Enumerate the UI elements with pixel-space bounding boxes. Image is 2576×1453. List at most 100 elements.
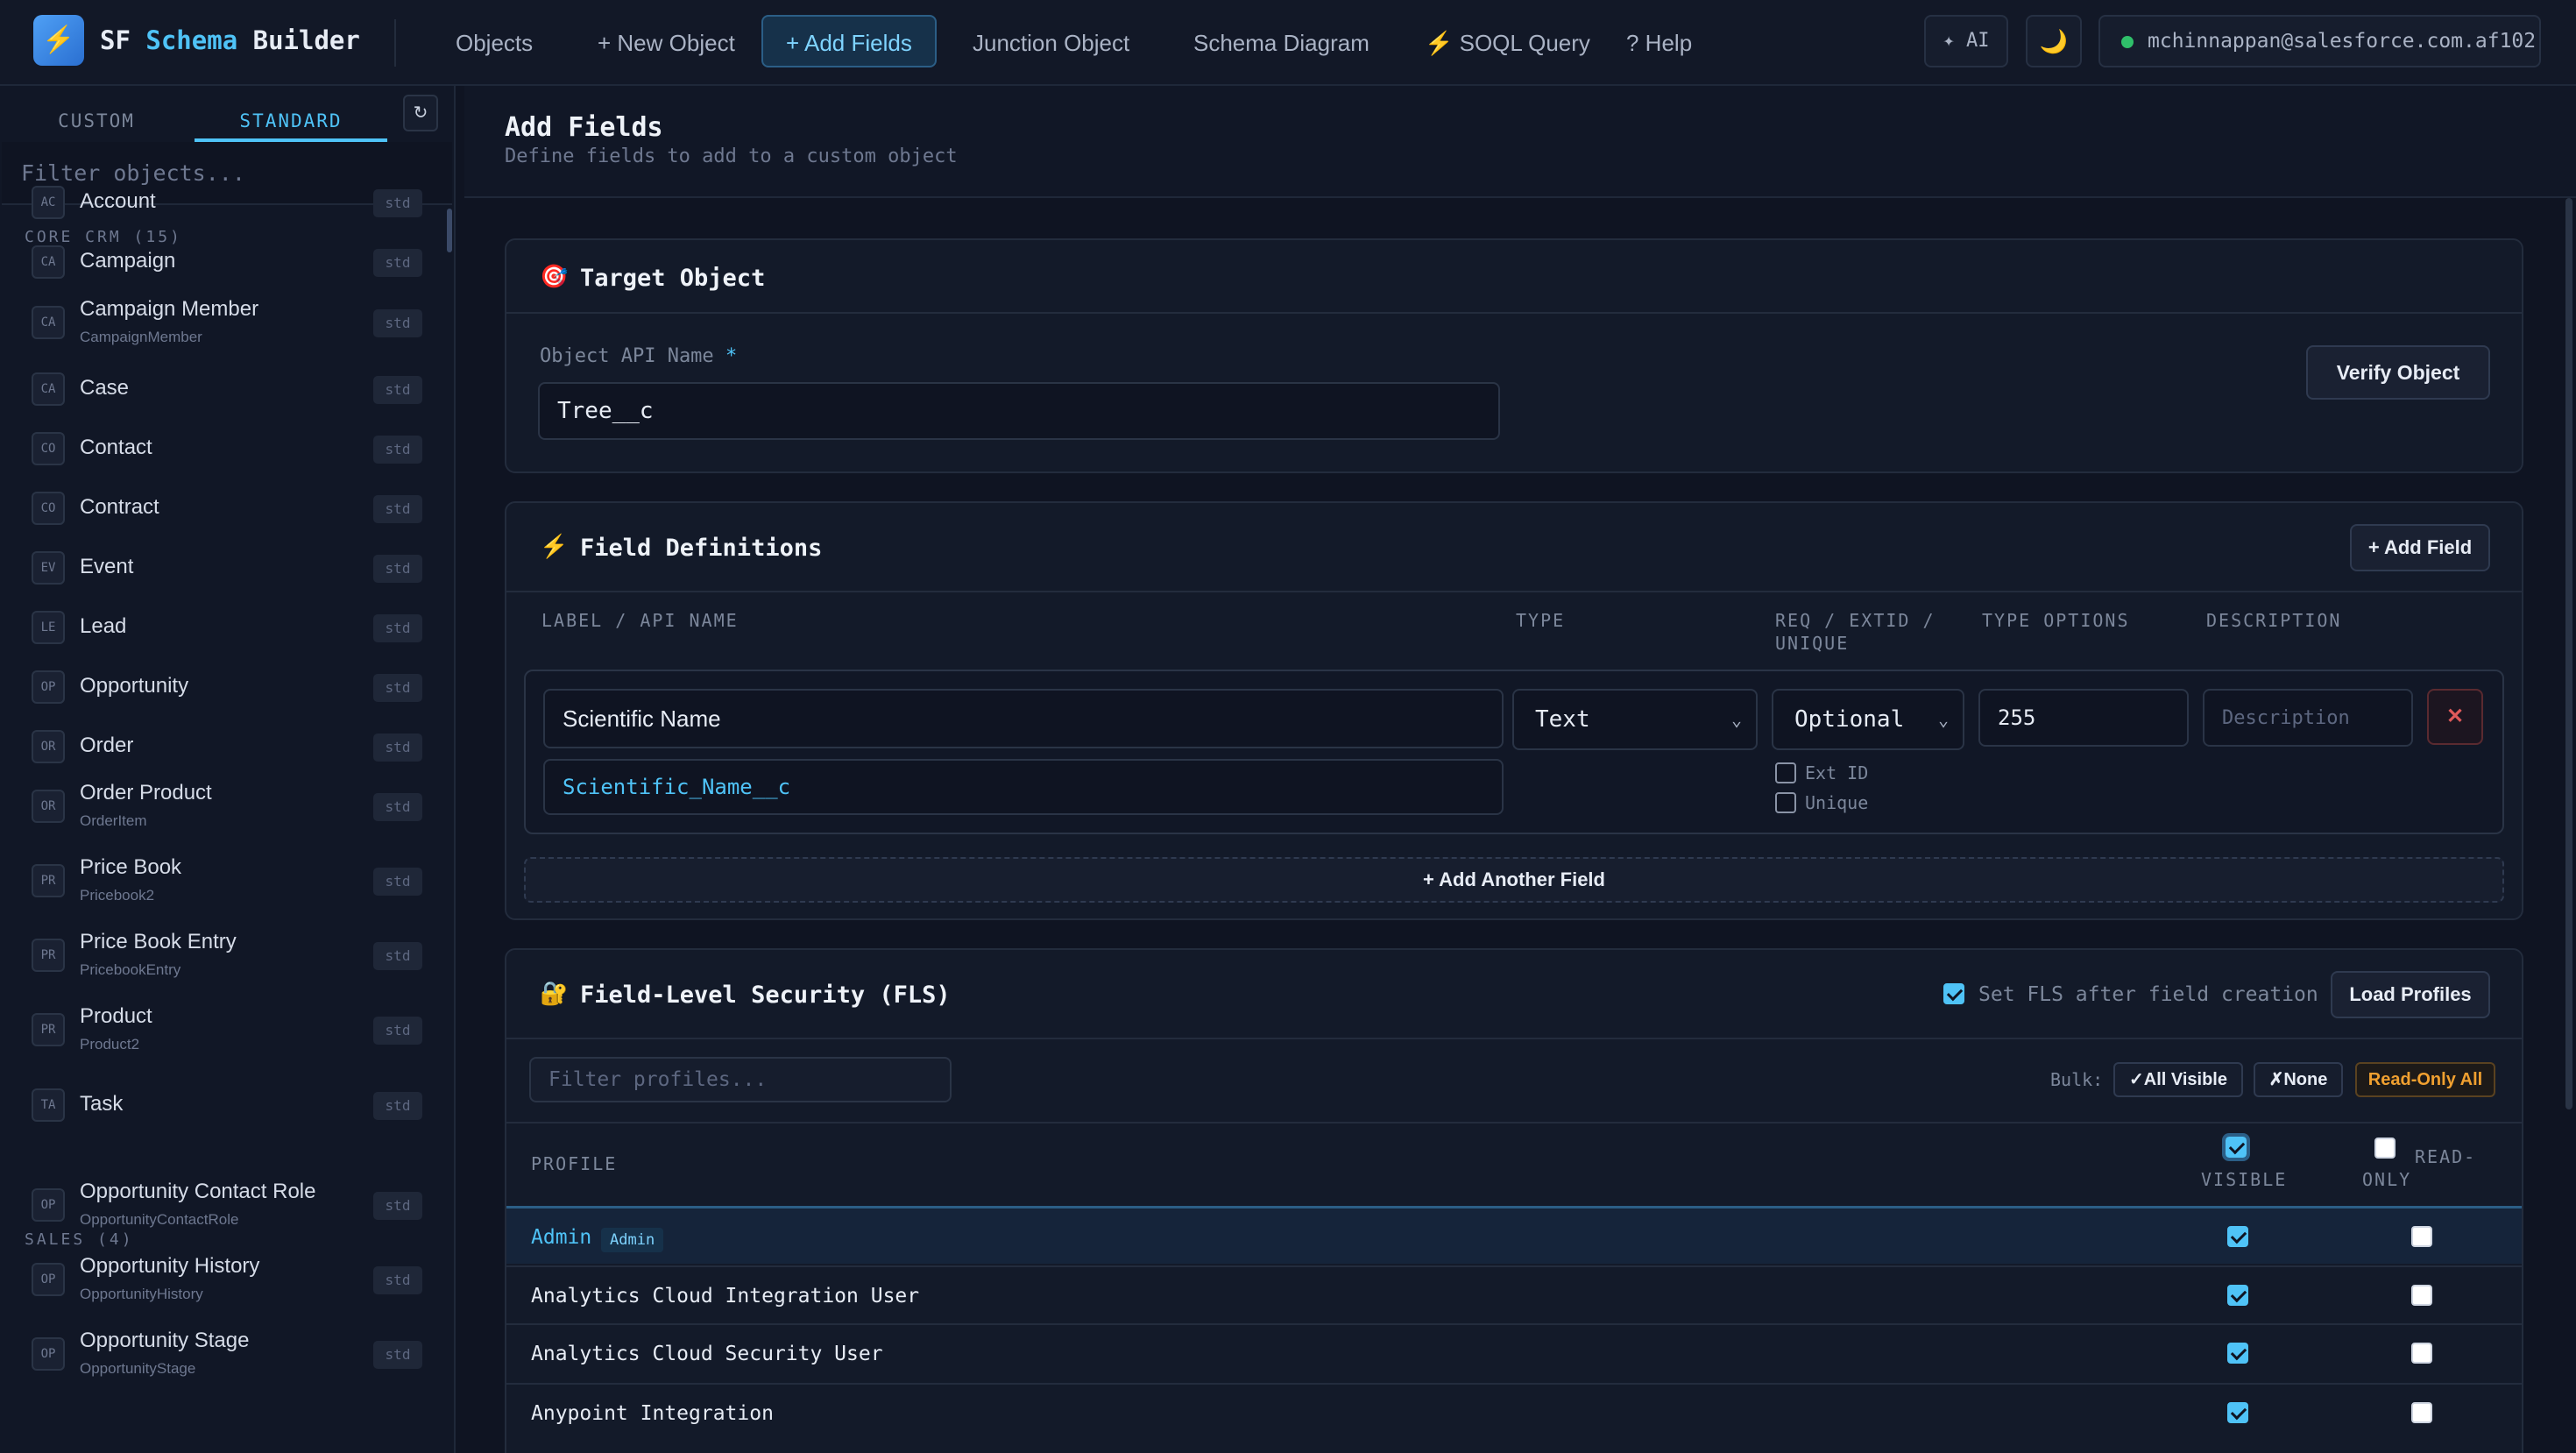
nav-help[interactable]: ? Help — [1602, 15, 1716, 67]
sidebar-object-item[interactable]: PR Product Product2 std — [32, 1004, 422, 1053]
visible-checkbox[interactable] — [2227, 1285, 2248, 1306]
field-label-input[interactable] — [543, 689, 1504, 748]
refresh-icon[interactable]: ↻ — [403, 95, 438, 131]
set-fls-label: Set FLS after field creation — [1978, 983, 2318, 1006]
readonly-checkbox[interactable] — [2411, 1343, 2432, 1364]
col-description: DESCRIPTION — [2206, 610, 2342, 631]
object-abbr-badge: AC — [32, 186, 65, 219]
tab-custom[interactable]: CUSTOM — [0, 100, 193, 142]
sidebar-scrollbar[interactable] — [447, 209, 452, 252]
sidebar-object-item[interactable]: OP Opportunity Stage OpportunityStage std — [32, 1329, 422, 1378]
select-all-readonly-checkbox[interactable] — [2374, 1138, 2396, 1159]
object-api-name: Pricebook2 — [80, 887, 155, 904]
ext-id-checkbox[interactable] — [1775, 762, 1796, 783]
sidebar-object-item[interactable]: CA Campaign std — [32, 240, 422, 286]
target-object-card: 🎯 Target Object Object API Name * Verify… — [505, 238, 2523, 473]
nav-junction-object[interactable]: Junction Object — [948, 15, 1154, 67]
sidebar-object-item[interactable]: CO Contract std — [32, 486, 422, 532]
brand-accent: Schema — [145, 25, 238, 55]
sidebar-object-item[interactable]: CA Campaign Member CampaignMember std — [32, 297, 422, 346]
object-abbr-badge: OR — [32, 790, 65, 823]
object-abbr-badge: CO — [32, 432, 65, 465]
object-abbr-badge: CA — [32, 306, 65, 339]
object-name: Event — [80, 555, 134, 578]
object-name: Order Product — [80, 781, 212, 804]
page-header: Add Fields Define fields to add to a cus… — [464, 86, 2576, 198]
visible-checkbox[interactable] — [2227, 1402, 2248, 1423]
sidebar-object-item[interactable]: TA Task std — [32, 1083, 422, 1129]
verify-object-button[interactable]: Verify Object — [2306, 345, 2490, 400]
object-api-name: Product2 — [80, 1036, 140, 1053]
object-abbr-badge: OR — [32, 730, 65, 763]
remove-field-close-icon[interactable]: ✕ — [2427, 689, 2483, 745]
sidebar-object-item[interactable]: LE Lead std — [32, 606, 422, 651]
nav-schema-diagram[interactable]: Schema Diagram — [1169, 15, 1394, 67]
none-button[interactable]: ✗None — [2254, 1062, 2343, 1097]
object-name: Opportunity Stage — [80, 1329, 250, 1352]
profile-row: Admin Admin — [506, 1206, 2522, 1264]
field-length-input[interactable] — [1978, 689, 2189, 747]
readonly-checkbox[interactable] — [2411, 1226, 2432, 1247]
group-sales: SALES (4) — [25, 1230, 134, 1249]
object-name: Price Book — [80, 855, 182, 879]
object-abbr-badge: OP — [32, 1188, 65, 1222]
object-abbr-badge: TA — [32, 1088, 65, 1122]
label-text: Object API Name — [540, 345, 714, 367]
std-badge: std — [373, 868, 422, 896]
add-field-button[interactable]: + Add Field — [2350, 524, 2490, 571]
object-api-name: OrderItem — [80, 812, 147, 829]
sidebar-object-item[interactable]: AC Account std — [32, 181, 422, 226]
object-abbr-badge: CO — [32, 492, 65, 525]
sidebar-object-item[interactable]: CA Case std — [32, 367, 422, 413]
field-requirement-select[interactable]: Optional ⌄ — [1772, 689, 1964, 750]
std-badge: std — [373, 495, 422, 523]
sidebar-object-item[interactable]: OP Opportunity std — [32, 665, 422, 711]
sidebar-object-item[interactable]: OR Order std — [32, 725, 422, 770]
nav-add-fields[interactable]: + Add Fields — [761, 15, 937, 67]
std-badge: std — [373, 1192, 422, 1220]
field-description-input[interactable] — [2203, 689, 2413, 747]
std-badge: std — [373, 734, 422, 762]
readonly-all-button[interactable]: Read-Only All — [2355, 1062, 2495, 1097]
sidebar-object-item[interactable]: EV Event std — [32, 546, 422, 592]
filter-profiles-input[interactable] — [529, 1057, 952, 1102]
admin-badge: Admin — [601, 1228, 664, 1252]
set-fls-checkbox[interactable] — [1943, 983, 1964, 1004]
readonly-checkbox[interactable] — [2411, 1285, 2432, 1306]
sidebar-object-item[interactable]: CO Contact std — [32, 427, 422, 472]
object-abbr-badge: OP — [32, 1337, 65, 1371]
load-profiles-button[interactable]: Load Profiles — [2331, 971, 2490, 1018]
sidebar-object-item[interactable]: OR Order Product OrderItem std — [32, 781, 422, 830]
nav-soql-query[interactable]: ⚡ SOQL Query — [1400, 15, 1615, 67]
sidebar-object-item[interactable]: PR Price Book Entry PricebookEntry std — [32, 930, 422, 979]
readonly-checkbox[interactable] — [2411, 1402, 2432, 1423]
col-visible: VISIBLE — [2201, 1169, 2288, 1190]
std-badge: std — [373, 309, 422, 337]
nav-new-object[interactable]: + New Object — [573, 15, 760, 67]
object-name: Product — [80, 1004, 152, 1028]
divider — [394, 19, 396, 67]
add-another-field-button[interactable]: + Add Another Field — [524, 857, 2504, 903]
user-org-indicator[interactable]: mchinnappan@salesforce.com.af102 — [2098, 15, 2541, 67]
sidebar-object-item[interactable]: OP Opportunity Contact Role OpportunityCon… — [32, 1180, 422, 1229]
all-visible-button[interactable]: ✓All Visible — [2113, 1062, 2243, 1097]
sidebar-object-item[interactable]: PR Price Book Pricebook2 std — [32, 855, 422, 904]
std-badge: std — [373, 674, 422, 702]
app-title: SF Schema Builder — [100, 25, 360, 55]
theme-toggle-moon-icon[interactable]: 🌙 — [2026, 15, 2082, 67]
object-name: Task — [80, 1092, 124, 1116]
visible-checkbox[interactable] — [2227, 1226, 2248, 1247]
target-icon: 🎯 — [540, 263, 569, 289]
field-type-select[interactable]: Text ⌄ — [1512, 689, 1758, 750]
tab-standard[interactable]: STANDARD — [195, 100, 387, 142]
visible-checkbox[interactable] — [2227, 1343, 2248, 1364]
profile-name: Analytics Cloud Integration User — [531, 1285, 920, 1308]
ai-button[interactable]: ✦ AI — [1924, 15, 2008, 67]
sidebar-object-item[interactable]: OP Opportunity History OpportunityHistory s… — [32, 1254, 422, 1303]
main-scrollbar[interactable] — [2565, 198, 2572, 1109]
object-api-name-input[interactable] — [538, 382, 1500, 440]
field-api-name-input[interactable] — [543, 759, 1504, 815]
unique-checkbox[interactable] — [1775, 792, 1796, 813]
nav-objects[interactable]: Objects — [431, 15, 557, 67]
select-all-visible-checkbox[interactable] — [2222, 1133, 2250, 1161]
